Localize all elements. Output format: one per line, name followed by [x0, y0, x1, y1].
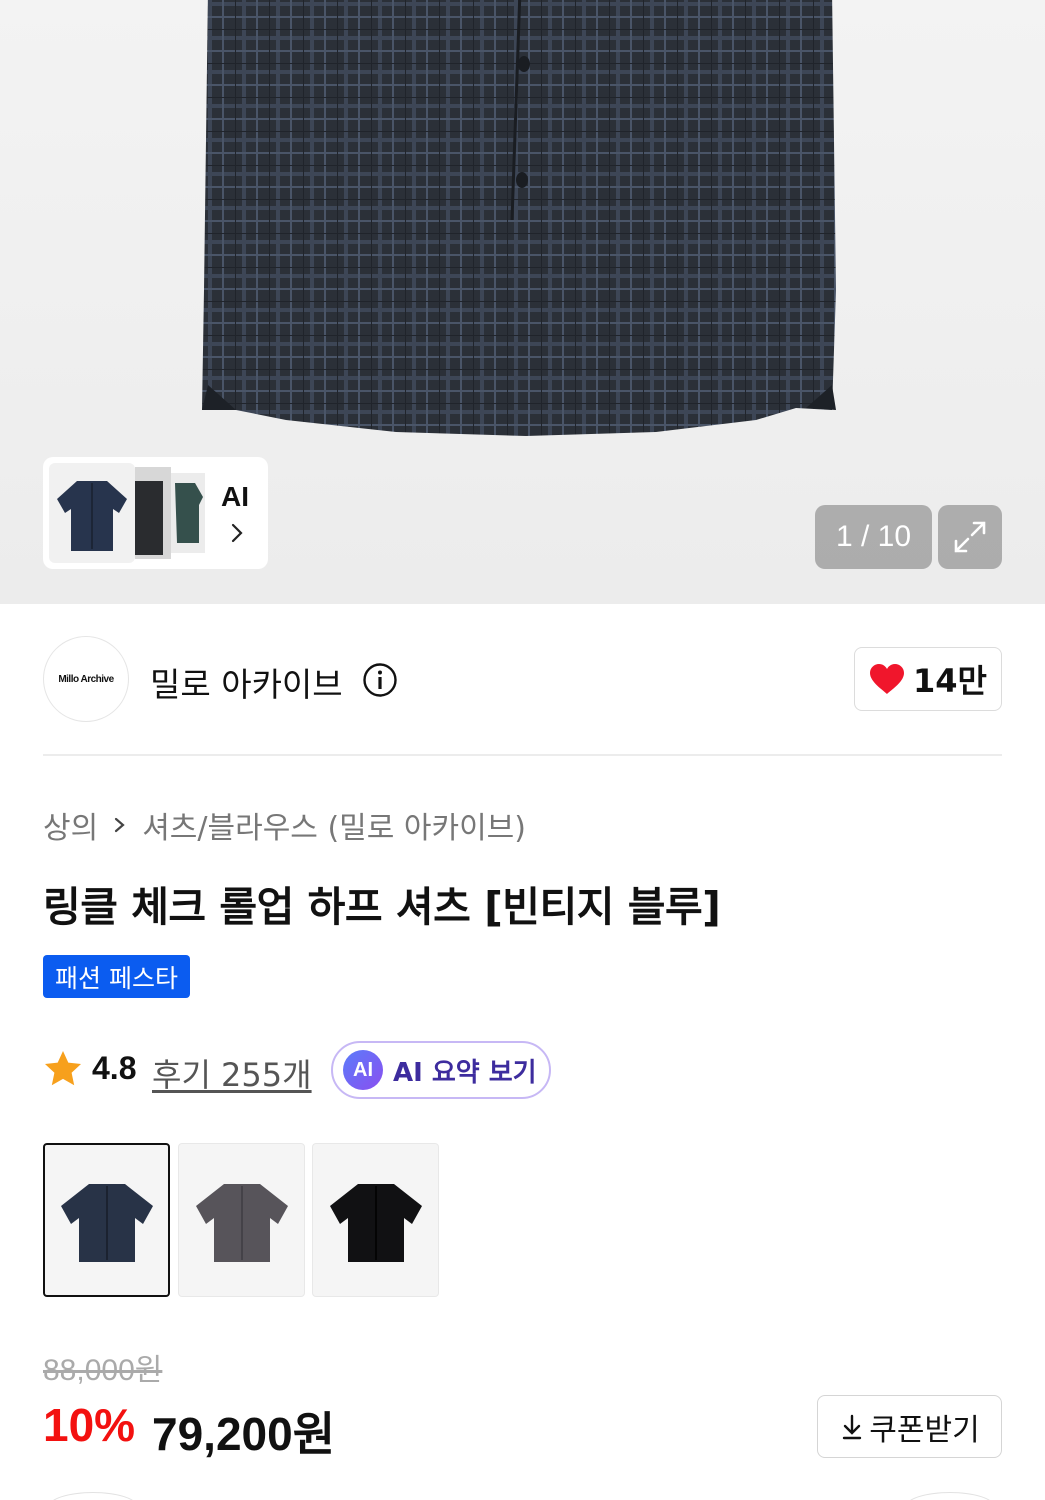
- shirt-thumbnail-icon: [60, 1184, 153, 1262]
- breadcrumb-category[interactable]: 상의: [43, 803, 98, 847]
- color-option-charcoal[interactable]: [178, 1143, 305, 1297]
- color-option-navy[interactable]: [43, 1143, 170, 1297]
- review-count-link[interactable]: 후기 255개: [152, 1050, 312, 1096]
- discount-rate: 10%: [43, 1399, 136, 1451]
- original-price: 88,000원: [43, 1354, 163, 1387]
- coupon-label: 쿠폰받기: [869, 1412, 980, 1448]
- expand-image-button[interactable]: [938, 505, 1002, 569]
- heart-icon: [870, 664, 904, 694]
- bottom-icon-button[interactable]: [905, 1492, 995, 1500]
- chevron-right-icon: [231, 523, 243, 543]
- shirt-thumbnail-icon: [175, 483, 203, 543]
- bottom-icon-button[interactable]: [48, 1492, 138, 1500]
- image-counter: 1 / 10: [815, 505, 932, 569]
- brand-logo[interactable]: Millo Archive: [43, 636, 129, 722]
- divider: [43, 754, 1002, 756]
- ai-thumbnail-main: [49, 463, 135, 563]
- like-button[interactable]: 14만: [854, 647, 1002, 711]
- sale-price: 79,200원: [152, 1408, 336, 1460]
- product-main-image: [202, 0, 836, 436]
- ai-summary-label: AI 요약 보기: [393, 1057, 537, 1088]
- expand-icon: [954, 521, 986, 553]
- breadcrumb-subcategory[interactable]: 셔츠/블라우스 (밀로 아카이브): [142, 803, 526, 847]
- shirt-thumbnail-icon: [57, 481, 127, 551]
- ai-card-label: AI: [221, 481, 249, 512]
- ai-summary-button[interactable]: AI AI 요약 보기: [331, 1041, 551, 1099]
- ai-thumbnail-3: [171, 473, 205, 553]
- brand-name[interactable]: 밀로 아카이브: [150, 658, 343, 706]
- ai-style-recommendation-card[interactable]: AI: [43, 457, 268, 569]
- rating-score: 4.8: [92, 1050, 137, 1086]
- chevron-right-icon: [115, 817, 125, 833]
- shirt-thumbnail-icon: [329, 1184, 422, 1262]
- product-title: 링클 체크 롤업 하프 셔츠 [빈티지 블루]: [43, 883, 721, 931]
- star-icon: [45, 1051, 81, 1086]
- product-image-gallery[interactable]: AI 1 / 10: [0, 0, 1045, 604]
- shirt-thumbnail-icon: [195, 1184, 288, 1262]
- breadcrumb: 상의 셔츠/블라우스 (밀로 아카이브): [43, 803, 526, 847]
- info-icon[interactable]: [362, 662, 398, 698]
- promo-badge: 패션 페스타: [43, 955, 190, 998]
- download-icon: [843, 1414, 862, 1439]
- shirt-thumbnail-icon: [135, 481, 163, 555]
- ai-icon: AI: [343, 1050, 383, 1090]
- coupon-download-button[interactable]: 쿠폰받기: [817, 1395, 1002, 1458]
- color-option-black[interactable]: [312, 1143, 439, 1297]
- like-count: 14만: [913, 662, 987, 700]
- ai-thumbnail-2: [135, 467, 171, 559]
